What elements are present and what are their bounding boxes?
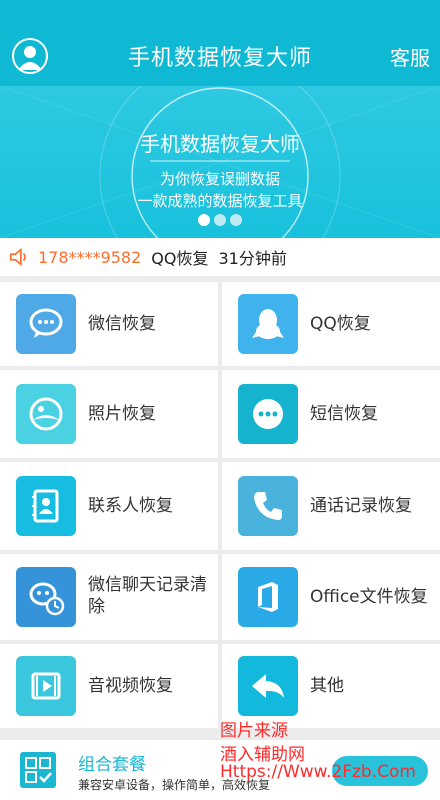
sms-icon	[238, 384, 298, 444]
qq-penguin-icon	[238, 294, 298, 354]
grid-item-label: Office文件恢复	[310, 587, 428, 607]
wechat-clock-icon	[16, 567, 76, 627]
grid-item-label: QQ恢复	[310, 314, 371, 334]
grid-item-qq[interactable]: QQ恢复	[222, 282, 440, 366]
grid-item-label: 照片恢复	[88, 404, 156, 424]
grid-item-sms[interactable]: 短信恢复	[222, 370, 440, 458]
grid-item-photo[interactable]: 照片恢复	[0, 370, 218, 458]
combo-title: 组合套餐	[78, 755, 146, 775]
watermark-source: 图片来源	[220, 721, 288, 741]
grid-item-label: 音视频恢复	[88, 676, 173, 696]
carousel-indicator	[0, 211, 440, 230]
grid-package-icon	[20, 752, 56, 788]
promo-banner[interactable]: 手机数据恢复大师 为你恢复误删数据 一款成熟的数据恢复工具	[0, 86, 440, 238]
grid-item-wechat[interactable]: 微信恢复	[0, 282, 218, 366]
contacts-icon	[16, 476, 76, 536]
watermark-url: Https://Www.2Fzb.Com	[220, 762, 416, 782]
customer-service-button[interactable]: 客服	[390, 42, 430, 71]
reply-arrow-icon	[238, 656, 298, 716]
notice-service: QQ恢复	[151, 249, 209, 268]
photo-icon	[16, 384, 76, 444]
grid-item-contacts[interactable]: 联系人恢复	[0, 462, 218, 550]
grid-item-office[interactable]: Office文件恢复	[222, 554, 440, 640]
wechat-icon	[16, 294, 76, 354]
grid-item-label: 微信恢复	[88, 314, 156, 334]
video-icon	[16, 656, 76, 716]
notice-time: 31分钟前	[218, 249, 287, 268]
phone-icon	[238, 476, 298, 536]
grid-item-label: 联系人恢复	[88, 496, 173, 516]
grid-item-label: 通话记录恢复	[310, 496, 412, 516]
speaker-icon	[9, 247, 26, 267]
banner-description: 一款成熟的数据恢复工具	[137, 192, 303, 210]
carousel-dot[interactable]	[230, 214, 242, 226]
grid-item-label: 微信聊天记录清除	[88, 575, 207, 617]
grid-item-wechat-clean[interactable]: 微信聊天记录清除	[0, 554, 218, 640]
office-icon	[238, 567, 298, 627]
banner-title: 手机数据恢复大师	[140, 132, 300, 156]
banner-subtitle: 为你恢复误删数据	[159, 170, 280, 188]
recovery-notice-bar: 178****9582 QQ恢复 31分钟前	[0, 238, 440, 276]
grid-item-audio-video[interactable]: 音视频恢复	[0, 644, 218, 728]
notice-phone: 178****9582	[38, 247, 142, 267]
app-header: 手机数据恢复大师 客服	[0, 0, 440, 86]
grid-item-label: 短信恢复	[310, 404, 378, 424]
page-title: 手机数据恢复大师	[127, 46, 312, 71]
grid-item-call-log[interactable]: 通话记录恢复	[222, 462, 440, 550]
carousel-dot-active[interactable]	[198, 214, 210, 226]
grid-item-label: 其他	[310, 676, 344, 696]
carousel-dot[interactable]	[214, 214, 226, 226]
